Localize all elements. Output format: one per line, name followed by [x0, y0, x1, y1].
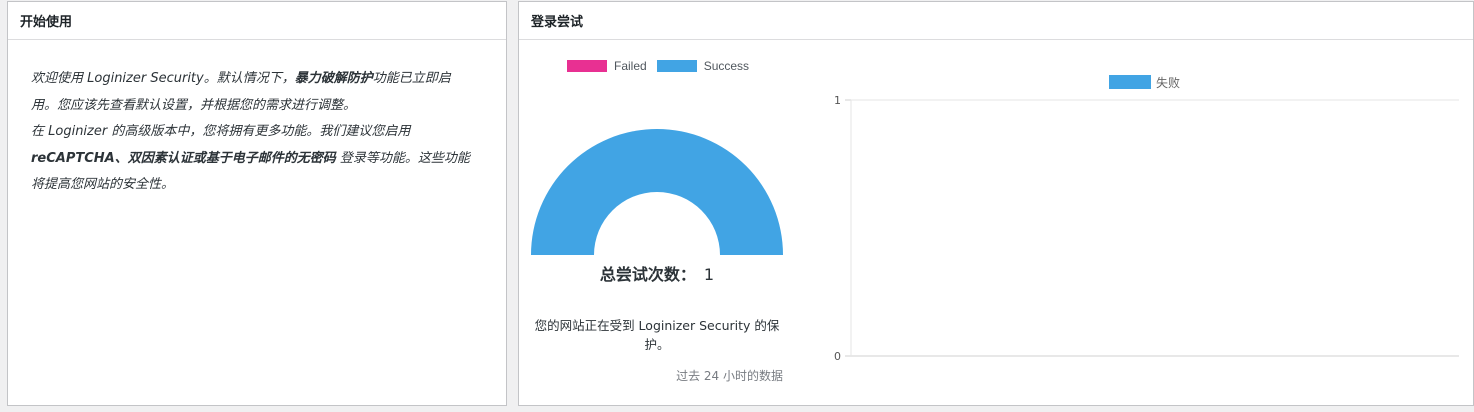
attempts-doughnut-chart [531, 129, 783, 255]
legend-label-failed: Failed [614, 59, 647, 73]
legend-label-failed-series: 失败 [1156, 75, 1180, 90]
legend-swatch-failed [567, 60, 607, 72]
login-attempts-panel: 登录尝试 Failed Success 总尝试次数： 1 您的网站正在受到 Log… [518, 1, 1474, 406]
data-period: 过去 24 小时的数据 [676, 369, 783, 383]
legend-swatch-success [656, 60, 697, 72]
intro-p2-b: reCAPTCHA、双因素认证或基于电子邮件的无密码 [31, 150, 336, 166]
total-attempts-label: 总尝试次数： [599, 265, 696, 284]
getting-started-header: 开始使用 [8, 2, 506, 40]
intro-p2-a: 在 Loginizer 的高级版本中，您将拥有更多功能。我们建议您启用 [31, 124, 411, 139]
intro-p1-b: 暴力破解防护 [294, 71, 373, 86]
login-attempts-header: 登录尝试 [519, 2, 1473, 40]
protection-status: 您的网站正在受到 Loginizer Security 的保护。 [534, 318, 780, 352]
doughnut-legend: Failed Success [567, 59, 749, 73]
legend-item-success[interactable]: Success [656, 59, 750, 73]
total-attempts: 总尝试次数： 1 [531, 261, 783, 285]
tick-label-y-0: 0 [834, 350, 841, 363]
legend-swatch-failed-series [1109, 75, 1151, 89]
intro-text: 欢迎使用 Loginizer Security。默认情况下，暴力破解防护功能已立… [31, 66, 476, 199]
intro-p1-a: 欢迎使用 Loginizer Security。默认情况下， [31, 71, 295, 86]
doughnut-slice-success [531, 129, 783, 255]
total-attempts-value: 1 [703, 265, 715, 284]
tick-label-y-1: 1 [834, 94, 841, 107]
legend-item-failed[interactable]: Failed [567, 59, 647, 73]
failed-attempts-line-chart: 失败 0 1 [834, 75, 1459, 363]
getting-started-panel: 开始使用 欢迎使用 Loginizer Security。默认情况下，暴力破解防… [7, 1, 507, 406]
legend-label-success: Success [703, 59, 750, 73]
